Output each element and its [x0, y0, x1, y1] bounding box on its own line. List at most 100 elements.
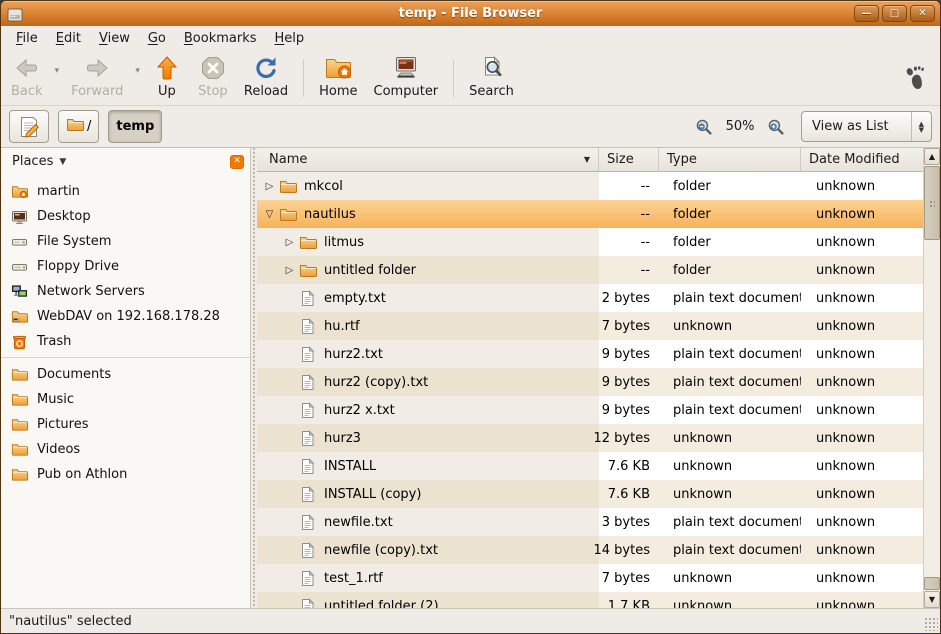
file-type: unknown	[659, 592, 801, 608]
file-size: 9 bytes	[599, 396, 659, 424]
text-file-icon	[298, 402, 317, 419]
table-row[interactable]: ▽nautilus--folderunknown	[257, 200, 923, 228]
sort-descending-icon: ▼	[584, 155, 590, 164]
file-date-modified: unknown	[801, 452, 923, 480]
toolbar-button-label: Forward	[71, 84, 123, 99]
close-sidebar-button[interactable]: ✕	[230, 155, 244, 169]
toolbar-button-label: Stop	[198, 84, 228, 99]
sidebar-item-pictures[interactable]: Pictures	[1, 412, 250, 437]
menu-help[interactable]: Help	[266, 28, 314, 49]
sidebar-item-desktop[interactable]: Desktop	[1, 204, 250, 229]
zoom-out-button[interactable]	[695, 118, 713, 136]
maximize-button[interactable]: □	[882, 5, 907, 22]
places-select[interactable]: Places	[12, 154, 53, 169]
text-file-icon	[298, 458, 317, 475]
file-name: empty.txt	[324, 291, 386, 306]
sidebar-item-music[interactable]: Music	[1, 387, 250, 412]
scrollbar-stepper[interactable]	[924, 577, 940, 590]
root-path-button[interactable]: /	[58, 110, 99, 143]
file-name: newfile.txt	[324, 515, 393, 530]
scrollbar-thumb[interactable]	[924, 166, 940, 240]
column-header-name[interactable]: Name ▼	[257, 148, 599, 171]
table-row[interactable]: INSTALL (copy)7.6 KBunknownunknown	[257, 480, 923, 508]
sidebar-item-trash[interactable]: Trash	[1, 329, 250, 354]
scroll-down-button[interactable]: ▼	[924, 591, 940, 608]
toolbar-search-button[interactable]: Search	[461, 55, 522, 101]
table-row[interactable]: untitled folder (2)1.7 KBunknownunknown	[257, 592, 923, 608]
column-header-date[interactable]: Date Modified	[801, 148, 923, 171]
zoom-level: 50%	[723, 119, 757, 134]
table-row[interactable]: newfile (copy).txt14 bytesplain text doc…	[257, 536, 923, 564]
sidebar-item-label: Floppy Drive	[37, 259, 119, 274]
toolbar-home-button[interactable]: Home	[311, 55, 365, 101]
file-date-modified: unknown	[801, 536, 923, 564]
table-row[interactable]: newfile.txt3 bytesplain text documentunk…	[257, 508, 923, 536]
sidebar-item-webdav-on-192-168-178-28[interactable]: WebDAV on 192.168.178.28	[1, 304, 250, 329]
sidebar-item-pub-on-athlon[interactable]: Pub on Athlon	[1, 462, 250, 487]
chevron-down-icon[interactable]: ▾	[51, 66, 64, 76]
expander-collapsed-icon[interactable]: ▷	[261, 181, 278, 192]
file-size: --	[599, 200, 659, 228]
table-row[interactable]: hurz2 (copy).txt9 bytesplain text docume…	[257, 368, 923, 396]
folder-icon	[298, 263, 317, 278]
table-row[interactable]: ▷litmus--folderunknown	[257, 228, 923, 256]
file-date-modified: unknown	[801, 228, 923, 256]
resize-grip[interactable]	[924, 617, 938, 631]
sidebar-item-floppy-drive[interactable]: Floppy Drive	[1, 254, 250, 279]
toolbar-computer-button[interactable]: Computer	[366, 55, 447, 101]
file-date-modified: unknown	[801, 424, 923, 452]
sidebar-item-videos[interactable]: Videos	[1, 437, 250, 462]
table-row[interactable]: hurz2 x.txt9 bytesplain text documentunk…	[257, 396, 923, 424]
menu-file[interactable]: File	[7, 28, 47, 49]
toolbar-up-button[interactable]: Up	[144, 55, 190, 101]
close-button[interactable]: ✕	[910, 5, 935, 22]
table-row[interactable]: hu.rtf7 bytesunknownunknown	[257, 312, 923, 340]
table-row[interactable]: INSTALL7.6 KBunknownunknown	[257, 452, 923, 480]
table-row[interactable]: hurz2.txt9 bytesplain text documentunkno…	[257, 340, 923, 368]
chevron-down-icon[interactable]: ▼	[59, 157, 66, 167]
sidebar-item-martin[interactable]: martin	[1, 179, 250, 204]
sidebar-item-file-system[interactable]: File System	[1, 229, 250, 254]
expander-collapsed-icon[interactable]: ▷	[281, 265, 298, 276]
view-mode-select[interactable]: View as List ▲▼	[801, 111, 932, 142]
toolbar-stop-button: Stop	[190, 55, 236, 101]
current-path-button[interactable]: temp	[108, 110, 162, 143]
column-header-type[interactable]: Type	[659, 148, 801, 171]
folder-icon	[11, 417, 28, 432]
edit-location-button[interactable]	[9, 110, 49, 143]
text-file-icon	[298, 486, 317, 503]
table-row[interactable]: empty.txt2 bytesplain text documentunkno…	[257, 284, 923, 312]
table-row[interactable]: ▷mkcol--folderunknown	[257, 172, 923, 200]
file-name: hurz2 x.txt	[324, 403, 395, 418]
text-file-icon	[298, 374, 317, 391]
toolbar-reload-button[interactable]: Reload	[236, 55, 296, 101]
menu-edit[interactable]: Edit	[47, 28, 90, 49]
file-date-modified: unknown	[801, 508, 923, 536]
folder-icon	[11, 467, 28, 482]
toolbar-button-label: Home	[319, 84, 357, 99]
titlebar[interactable]: temp - File Browser — □ ✕	[1, 1, 940, 26]
expander-expanded-icon[interactable]: ▽	[261, 209, 278, 220]
sidebar-item-documents[interactable]: Documents	[1, 362, 250, 387]
table-row[interactable]: hurz312 bytesunknownunknown	[257, 424, 923, 452]
chevron-down-icon[interactable]: ▾	[131, 66, 144, 76]
folder-icon	[11, 392, 28, 407]
file-date-modified: unknown	[801, 256, 923, 284]
zoom-in-button[interactable]	[767, 118, 785, 136]
scrollbar-trough[interactable]	[924, 241, 940, 577]
table-row[interactable]: ▷untitled folder--folderunknown	[257, 256, 923, 284]
gnome-logo-icon[interactable]	[904, 65, 926, 91]
menu-go[interactable]: Go	[139, 28, 175, 49]
minimize-button[interactable]: —	[854, 5, 879, 22]
scroll-up-button[interactable]: ▲	[924, 148, 940, 165]
table-row[interactable]: test_1.rtf7 bytesunknownunknown	[257, 564, 923, 592]
sidebar-item-network-servers[interactable]: Network Servers	[1, 279, 250, 304]
file-type: unknown	[659, 452, 801, 480]
expander-collapsed-icon[interactable]: ▷	[281, 237, 298, 248]
menu-bookmarks[interactable]: Bookmarks	[175, 28, 266, 49]
menu-view[interactable]: View	[90, 28, 139, 49]
column-header-size[interactable]: Size	[599, 148, 659, 171]
file-size: 9 bytes	[599, 368, 659, 396]
text-file-icon	[298, 430, 317, 447]
file-size: 2 bytes	[599, 284, 659, 312]
